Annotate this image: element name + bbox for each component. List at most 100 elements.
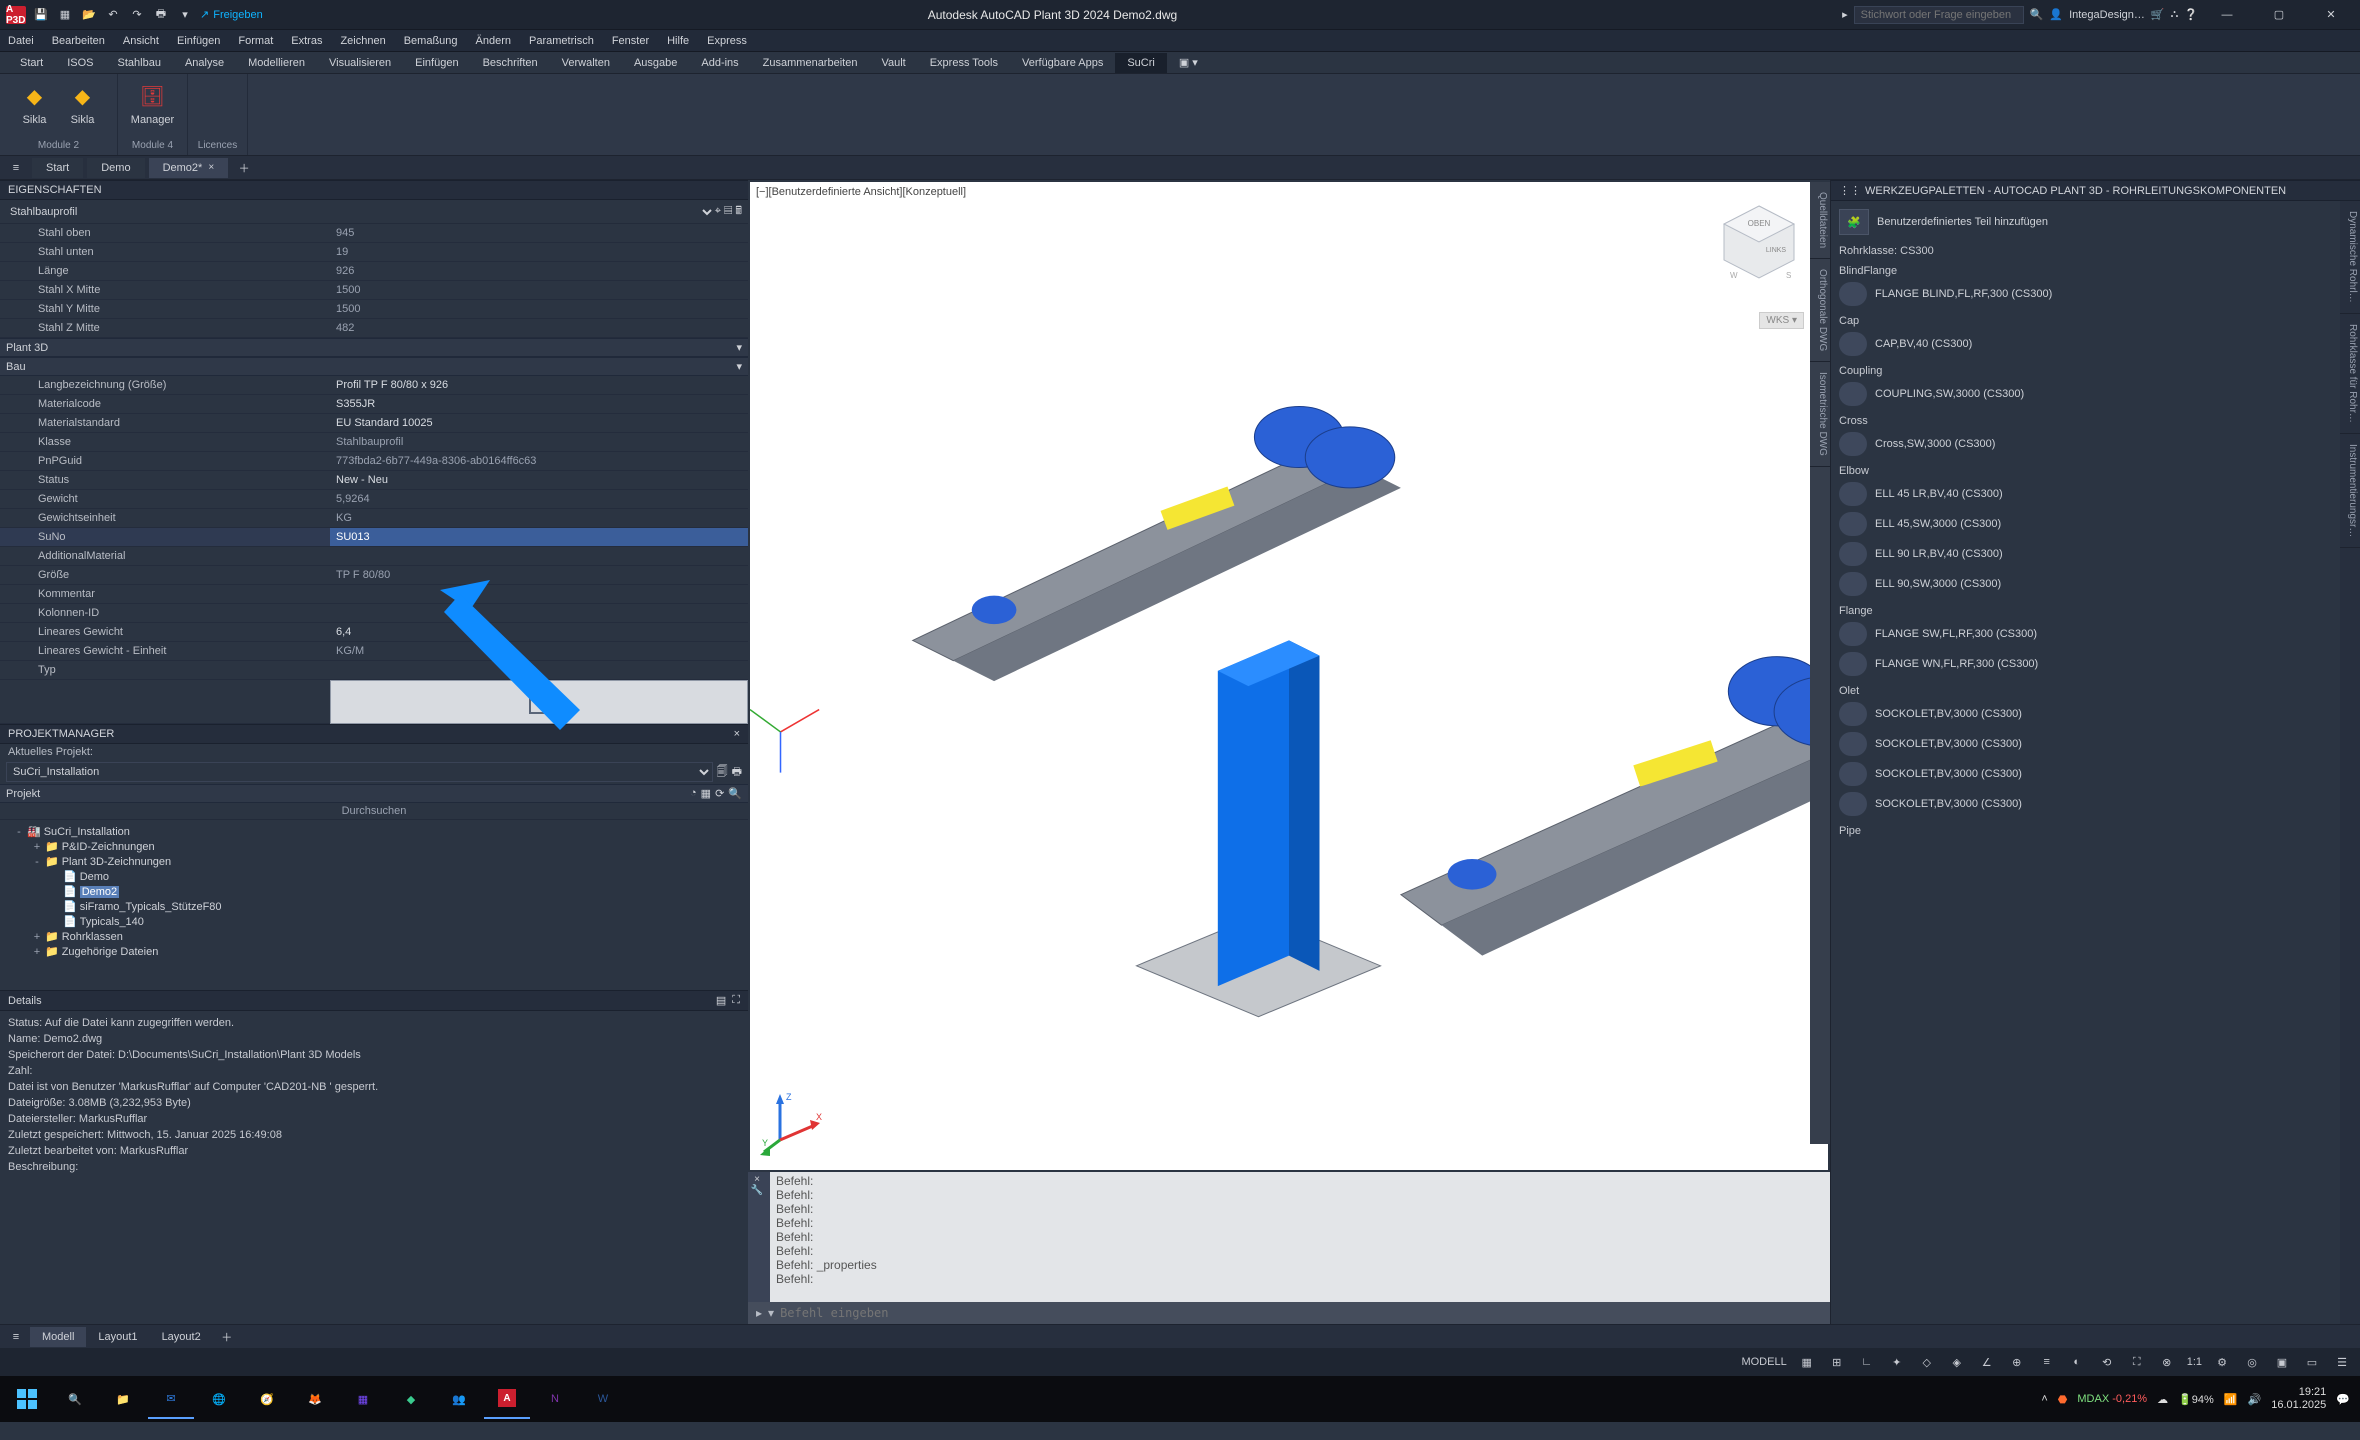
3dosnap-icon[interactable]: ◈	[1947, 1352, 1967, 1372]
ribbon-tab-sucri[interactable]: SuCri	[1115, 53, 1167, 73]
pick-icon[interactable]: ⌖	[715, 205, 721, 217]
layout-tabs-menu-icon[interactable]: ≡	[4, 1325, 28, 1349]
cmd-menu-icon[interactable]: ▾	[768, 1306, 774, 1320]
apps-icon[interactable]: ⛬	[2171, 8, 2179, 21]
ribbon-tab-stahlbau[interactable]: Stahlbau	[106, 53, 173, 73]
palette-item[interactable]: ELL 90,SW,3000 (CS300)	[1835, 569, 2338, 599]
viewport-header[interactable]: [−][Benutzerdefinierte Ansicht][Konzeptu…	[756, 186, 966, 198]
palette-item[interactable]: FLANGE WN,FL,RF,300 (CS300)	[1835, 649, 2338, 679]
task-app-2[interactable]: ◆	[388, 1379, 434, 1419]
tree-expander[interactable]: +	[32, 946, 42, 958]
grip-icon[interactable]: ⋮⋮	[1839, 184, 1861, 197]
prop-value[interactable]: 1500	[330, 300, 748, 319]
prop-value[interactable]: 6,4	[330, 623, 748, 642]
help-search-input[interactable]	[1854, 6, 2024, 24]
grid-icon[interactable]: ▦	[1797, 1352, 1817, 1372]
status-scale[interactable]: 1:1	[2187, 1356, 2202, 1368]
cleanscreen-icon[interactable]: ▭	[2302, 1352, 2322, 1372]
qat-undo-icon[interactable]: ↶	[104, 6, 122, 24]
task-teams[interactable]: 👥	[436, 1379, 482, 1419]
ribbon-btn-manager[interactable]: 🗄 Manager	[127, 78, 178, 128]
palette-item[interactable]: SOCKOLET,BV,3000 (CS300)	[1835, 789, 2338, 819]
prop-value[interactable]: 5,9264	[330, 490, 748, 509]
tree-expander[interactable]: -	[32, 856, 42, 868]
vp-tab-orthogonale[interactable]: Orthogonale DWG	[1810, 259, 1830, 362]
prop-value[interactable]: Profil TP F 80/80 x 926	[330, 376, 748, 395]
tree-item-demo[interactable]: 📄Demo	[4, 869, 744, 884]
close-icon[interactable]: ×	[208, 162, 214, 173]
prop-value[interactable]: KG/M	[330, 642, 748, 661]
search-icon[interactable]: 🔍	[728, 787, 742, 800]
palette-side-tab[interactable]: Dynamische Rohrl…	[2340, 201, 2360, 314]
isolate-icon[interactable]: ◎	[2242, 1352, 2262, 1372]
volume-icon[interactable]: 🔊	[2248, 1393, 2262, 1406]
tray-chevron-icon[interactable]: ˄	[2041, 1393, 2047, 1405]
ortho-icon[interactable]: ∟	[1857, 1352, 1877, 1372]
ribbon-tab-analyse[interactable]: Analyse	[173, 53, 236, 73]
ribbon-btn-sikla-1[interactable]: ◆ Sikla	[15, 78, 55, 128]
menu-express[interactable]: Express	[707, 35, 747, 47]
notifications-icon[interactable]: 💬	[2336, 1393, 2350, 1406]
tray-cloud-icon[interactable]: ☁	[2157, 1393, 2168, 1406]
task-outlook[interactable]: ✉	[148, 1379, 194, 1419]
menu-einfügen[interactable]: Einfügen	[177, 35, 220, 47]
transparency-icon[interactable]: ◐	[2067, 1352, 2087, 1372]
palette-item[interactable]: SOCKOLET,BV,3000 (CS300)	[1835, 699, 2338, 729]
vp-tab-isometrische[interactable]: Isometrische DWG	[1810, 362, 1830, 467]
minimize-button[interactable]: —	[2204, 0, 2250, 30]
prop-value[interactable]: 926	[330, 262, 748, 281]
ribbon-tab-modellieren[interactable]: Modellieren	[236, 53, 317, 73]
details-icon-2[interactable]: ⛶	[732, 994, 740, 1007]
vp-tab-quelldateien[interactable]: Quelldateien	[1810, 182, 1830, 259]
task-firefox[interactable]: 🦊	[292, 1379, 338, 1419]
search-icon[interactable]: 🔍	[2030, 8, 2044, 21]
project-browse-button[interactable]: Durchsuchen	[0, 803, 748, 820]
viewcube[interactable]: OBEN LINKS W S	[1714, 198, 1804, 288]
snap-icon[interactable]: ⊞	[1827, 1352, 1847, 1372]
polar-icon[interactable]: ✦	[1887, 1352, 1907, 1372]
palette-item[interactable]: FLANGE BLIND,FL,RF,300 (CS300)	[1835, 279, 2338, 309]
tree-item-zugeh-rige-dateien[interactable]: +📁Zugehörige Dateien	[4, 944, 744, 959]
doc-tab-demo2[interactable]: Demo2*×	[149, 158, 229, 178]
ribbon-tab-express-tools[interactable]: Express Tools	[918, 53, 1010, 73]
prop-value[interactable]: SU013	[330, 528, 748, 547]
menu-bearbeiten[interactable]: Bearbeiten	[52, 35, 105, 47]
annomonitor-icon[interactable]: ⊗	[2157, 1352, 2177, 1372]
menu-datei[interactable]: Datei	[8, 35, 34, 47]
prop-value[interactable]: 19	[330, 243, 748, 262]
details-icon-1[interactable]: ▤	[716, 994, 726, 1007]
tray-app-icon[interactable]: ⬣	[2058, 1393, 2068, 1406]
prop-value[interactable]: 945	[330, 224, 748, 243]
ribbon-tab-add-ins[interactable]: Add-ins	[689, 53, 750, 73]
prop-value[interactable]: New - Neu	[330, 471, 748, 490]
menu-bemaßung[interactable]: Bemaßung	[404, 35, 458, 47]
share-button[interactable]: ↗Freigeben	[200, 8, 263, 21]
ribbon-tab-zusammenarbeiten[interactable]: Zusammenarbeiten	[751, 53, 870, 73]
layout-tab-modell[interactable]: Modell	[30, 1327, 86, 1347]
task-app-1[interactable]: ▦	[340, 1379, 386, 1419]
otrack-icon[interactable]: ∠	[1977, 1352, 1997, 1372]
tree-expander[interactable]: -	[14, 826, 24, 838]
prop-value[interactable]	[330, 547, 748, 566]
prop-value[interactable]: 773fbda2-6b77-449a-8306-ab0164ff6c63	[330, 452, 748, 471]
tree-expander[interactable]: +	[32, 931, 42, 943]
cart-icon[interactable]: 🛒	[2151, 8, 2165, 21]
palette-side-tab[interactable]: Rohrklasse für Rohr…	[2340, 314, 2360, 434]
palette-item[interactable]: ELL 90 LR,BV,40 (CS300)	[1835, 539, 2338, 569]
qat-redo-icon[interactable]: ↷	[128, 6, 146, 24]
tree-item-p-id-zeichnungen[interactable]: +📁P&ID-Zeichnungen	[4, 839, 744, 854]
prop-value[interactable]	[330, 585, 748, 604]
ribbon-tab-beschriften[interactable]: Beschriften	[471, 53, 550, 73]
maximize-button[interactable]: ▢	[2256, 0, 2302, 30]
menu-parametrisch[interactable]: Parametrisch	[529, 35, 594, 47]
tree-expander[interactable]: +	[32, 841, 42, 853]
properties-section-bau[interactable]: Bau▾	[0, 357, 748, 376]
ribbon-tab-more[interactable]: ▣ ▾	[1167, 52, 1210, 73]
view-icon[interactable]: ◔	[690, 787, 697, 800]
grid-icon[interactable]: ▦	[701, 787, 711, 800]
prop-value[interactable]: TP F 80/80	[330, 566, 748, 585]
prop-value[interactable]	[330, 661, 748, 680]
lwt-icon[interactable]: ≡	[2037, 1352, 2057, 1372]
qat-more-icon[interactable]: ▾	[176, 6, 194, 24]
hardware-icon[interactable]: ▣	[2272, 1352, 2292, 1372]
